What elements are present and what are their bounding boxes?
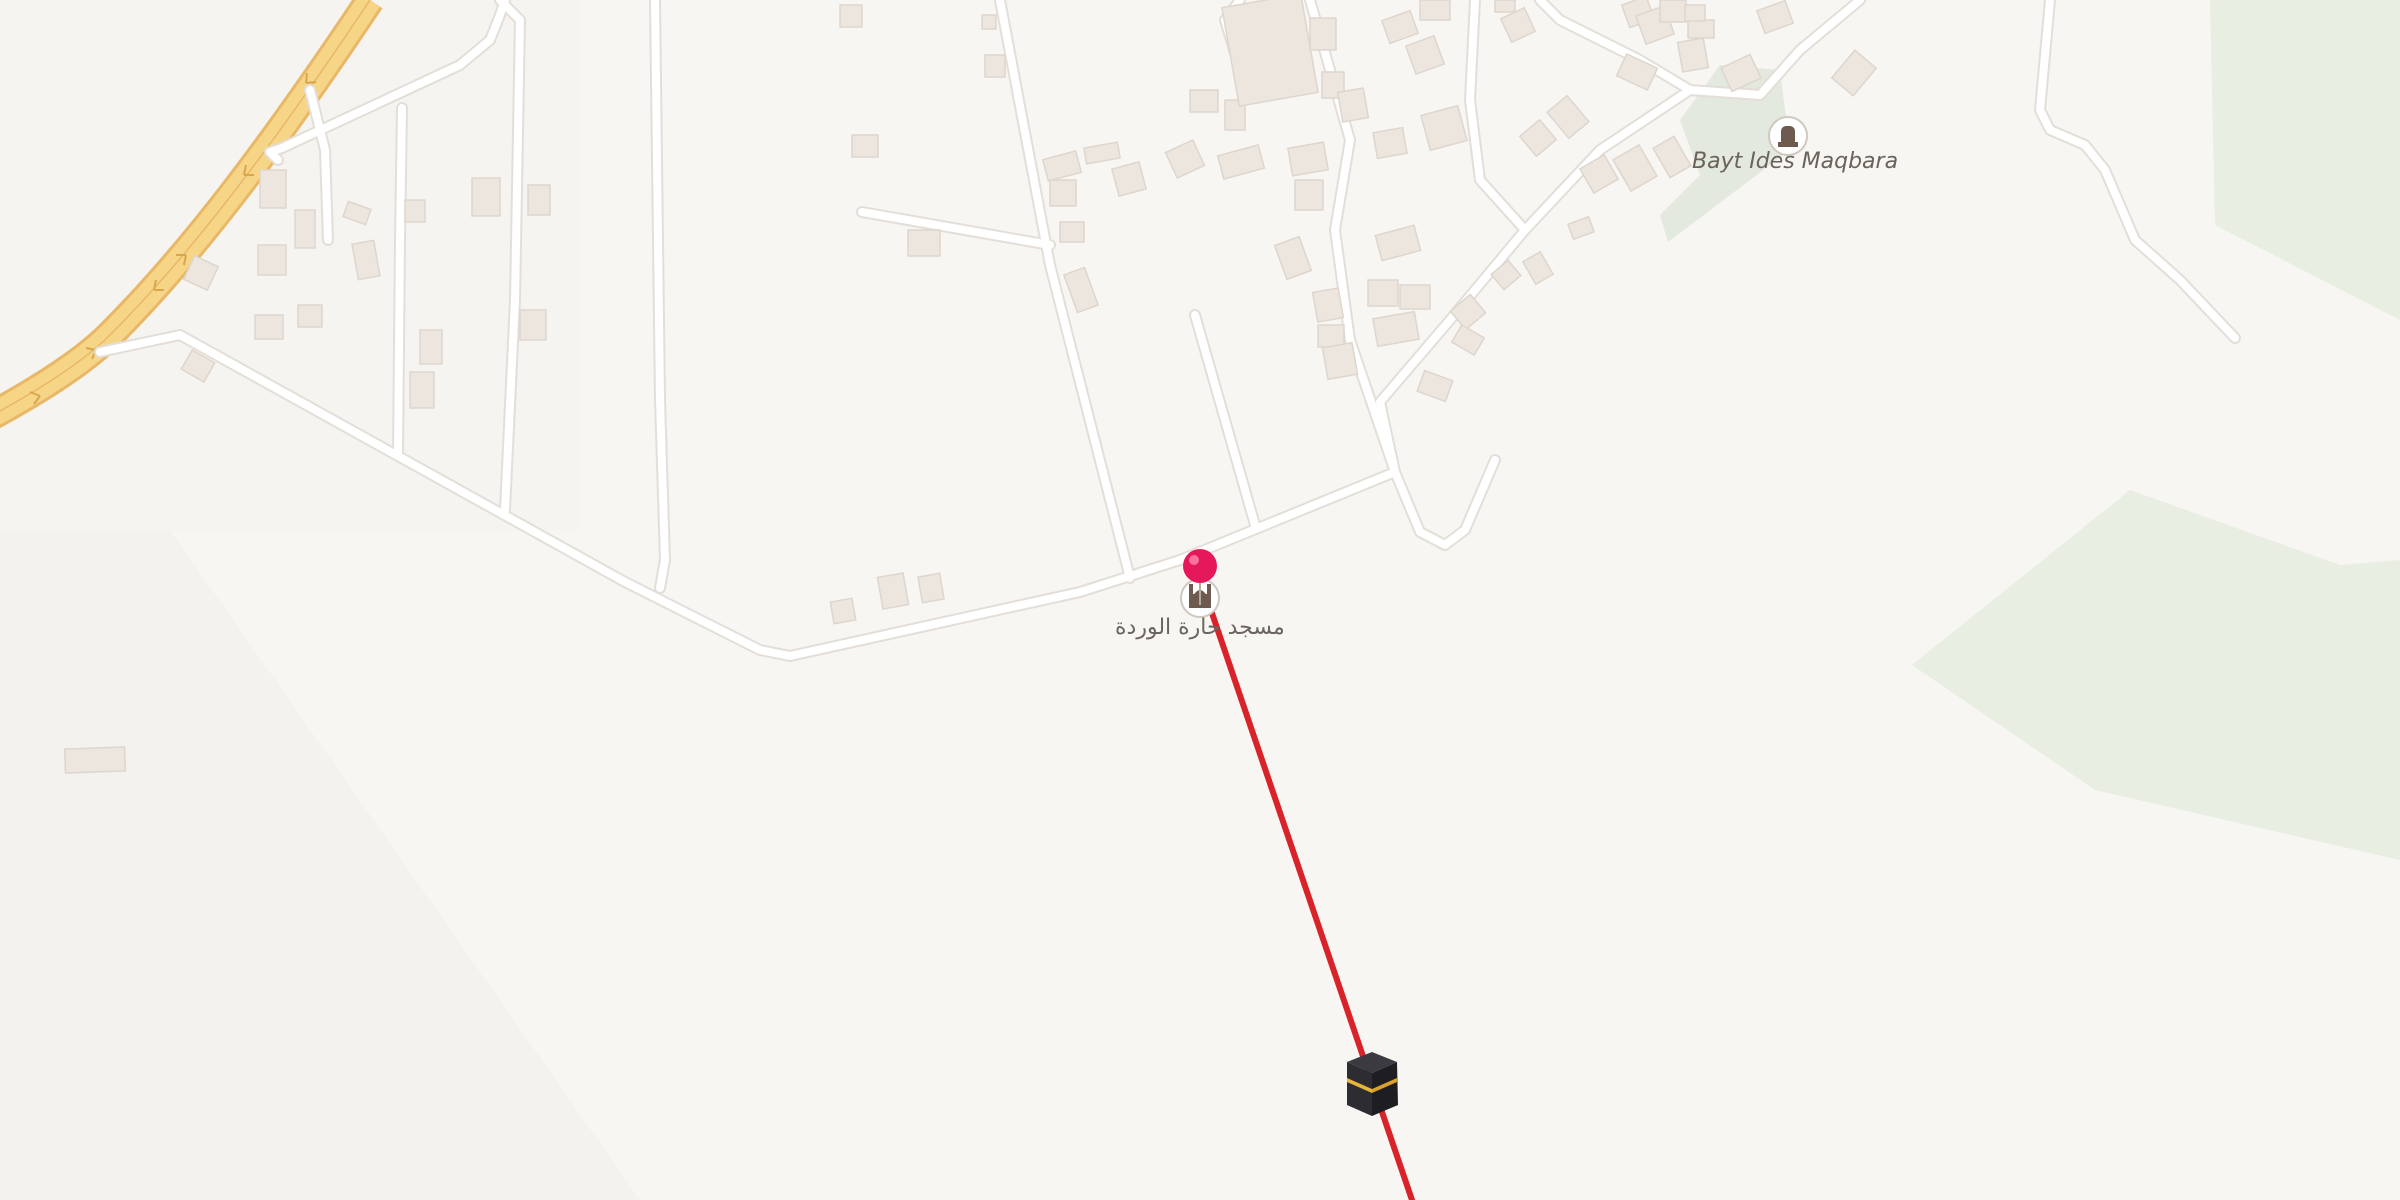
kaaba-icon[interactable]: [1347, 1052, 1398, 1116]
place-label-cemetery[interactable]: Bayt Ides Maqbara: [1692, 149, 1898, 174]
residential-area: [0, 0, 580, 530]
place-label-mosque[interactable]: مسجد حارة الوردة: [1115, 615, 1285, 640]
map-canvas[interactable]: [0, 0, 2400, 1200]
